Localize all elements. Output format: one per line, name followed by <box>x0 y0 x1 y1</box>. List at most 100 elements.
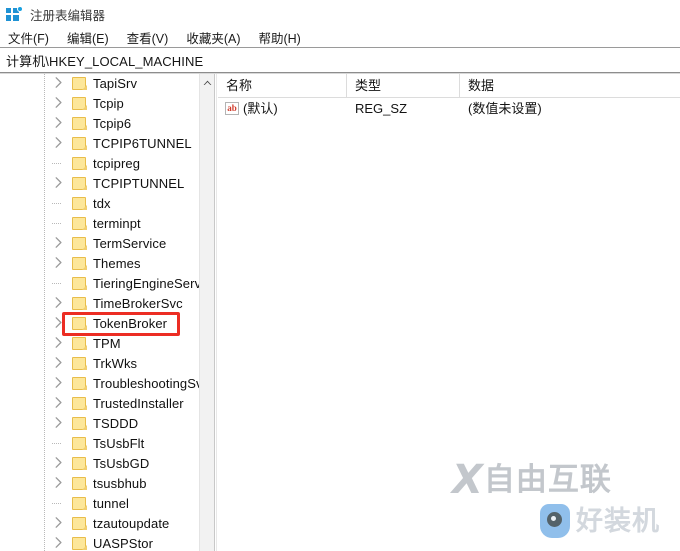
tree-item-tcpipreg[interactable]: tcpipreg <box>0 154 199 174</box>
tree-item-terminpt[interactable]: terminpt <box>0 214 199 234</box>
tree-leaf-connector <box>52 223 61 224</box>
chevron-right-icon[interactable] <box>55 257 68 270</box>
menu-favorites[interactable]: 收藏夹(A) <box>186 28 249 47</box>
column-header-data[interactable]: 数据 <box>460 74 680 97</box>
tree-leaf-connector <box>52 503 61 504</box>
tree-item-tsddd[interactable]: TSDDD <box>0 414 199 434</box>
chevron-right-icon[interactable] <box>55 417 68 430</box>
tree-leaf-connector <box>52 163 61 164</box>
chevron-right-icon[interactable] <box>55 377 68 390</box>
menu-help[interactable]: 帮助(H) <box>258 28 309 47</box>
menu-file[interactable]: 文件(F) <box>8 28 58 47</box>
folder-icon <box>72 297 87 310</box>
folder-icon <box>72 417 87 430</box>
tree-item-tsusbhub[interactable]: tsusbhub <box>0 474 199 494</box>
tree-item-uaspstor[interactable]: UASPStor <box>0 534 199 551</box>
chevron-right-icon[interactable] <box>55 457 68 470</box>
folder-icon <box>72 77 87 90</box>
folder-icon <box>72 277 87 290</box>
tree-indent-guide <box>44 74 45 94</box>
chevron-right-icon[interactable] <box>55 177 68 190</box>
tree-item-label: TsUsbFlt <box>93 436 145 451</box>
tree-item-label: terminpt <box>93 216 141 231</box>
tree-item-tieringengineservic[interactable]: TieringEngineServic <box>0 274 199 294</box>
tree-item-themes[interactable]: Themes <box>0 254 199 274</box>
chevron-right-icon[interactable] <box>55 97 68 110</box>
string-value-icon: ab <box>225 101 239 115</box>
tree-item-tokenbroker[interactable]: TokenBroker <box>0 314 199 334</box>
tree-item-tcpip6tunnel[interactable]: TCPIP6TUNNEL <box>0 134 199 154</box>
address-bar[interactable]: 计算机\HKEY_LOCAL_MACHINE <box>0 48 680 72</box>
tree-item-termservice[interactable]: TermService <box>0 234 199 254</box>
tree-item-label: TapiSrv <box>93 76 138 91</box>
tree-item-label: TsUsbGD <box>93 456 150 471</box>
folder-icon <box>72 177 87 190</box>
menu-edit[interactable]: 编辑(E) <box>67 28 118 47</box>
main-content: TapiSrv Tcpip Tcpip6 TCPIP6TUNNEL tcpipreg TC… <box>0 74 680 551</box>
folder-icon <box>72 237 87 250</box>
folder-icon <box>72 357 87 370</box>
column-header-type[interactable]: 类型 <box>347 74 460 97</box>
folder-icon <box>72 197 87 210</box>
tree-item-tzautoupdate[interactable]: tzautoupdate <box>0 514 199 534</box>
tree-item-tsusbflt[interactable]: TsUsbFlt <box>0 434 199 454</box>
tree-item-label: tcpipreg <box>93 156 141 171</box>
chevron-right-icon[interactable] <box>55 297 68 310</box>
tree-item-tdx[interactable]: tdx <box>0 194 199 214</box>
registry-path-text: 计算机\HKEY_LOCAL_MACHINE <box>6 53 204 69</box>
tree-item-tcpip6[interactable]: Tcpip6 <box>0 114 199 134</box>
value-name-cell: ab (默认) <box>218 98 347 120</box>
registry-values-pane[interactable]: 名称 类型 数据 ab (默认) REG_SZ (数值未设置) <box>218 74 680 551</box>
chevron-right-icon[interactable] <box>55 77 68 90</box>
tree-item-trustedinstaller[interactable]: TrustedInstaller <box>0 394 199 414</box>
pane-splitter[interactable] <box>214 74 217 551</box>
chevron-right-icon[interactable] <box>55 337 68 350</box>
menu-bar: 文件(F) 编辑(E) 查看(V) 收藏夹(A) 帮助(H) <box>0 28 680 47</box>
tree-item-label: tzautoupdate <box>93 516 170 531</box>
chevron-right-icon[interactable] <box>55 397 68 410</box>
tree-item-timebrokersvc[interactable]: TimeBrokerSvc <box>0 294 199 314</box>
tree-vertical-scrollbar[interactable] <box>199 74 214 551</box>
chevron-right-icon[interactable] <box>55 317 68 330</box>
tree-item-trkwks[interactable]: TrkWks <box>0 354 199 374</box>
value-name-text: (默认) <box>243 101 278 116</box>
tree-item-tcpip[interactable]: Tcpip <box>0 94 199 114</box>
chevron-right-icon[interactable] <box>55 477 68 490</box>
folder-icon <box>72 457 87 470</box>
chevron-right-icon[interactable] <box>55 517 68 530</box>
tree-indent-guide <box>44 514 45 534</box>
folder-icon <box>72 437 87 450</box>
tree-leaf-connector <box>52 443 61 444</box>
tree-item-label: TieringEngineServic <box>93 276 199 291</box>
tree-indent-guide <box>44 314 45 334</box>
tree-item-tpm[interactable]: TPM <box>0 334 199 354</box>
folder-icon <box>72 337 87 350</box>
tree-item-tcpiptunnel[interactable]: TCPIPTUNNEL <box>0 174 199 194</box>
tree-indent-guide <box>44 274 45 294</box>
tree-item-label: tunnel <box>93 496 130 511</box>
chevron-right-icon[interactable] <box>55 137 68 150</box>
scroll-up-arrow-icon[interactable] <box>200 74 214 91</box>
registry-editor-icon <box>6 6 23 22</box>
values-column-header: 名称 类型 数据 <box>218 74 680 98</box>
tree-indent-guide <box>44 214 45 234</box>
chevron-right-icon[interactable] <box>55 357 68 370</box>
column-header-name[interactable]: 名称 <box>218 74 347 97</box>
tree-leaf-connector <box>52 283 61 284</box>
registry-tree-pane[interactable]: TapiSrv Tcpip Tcpip6 TCPIP6TUNNEL tcpipreg TC… <box>0 74 199 551</box>
tree-item-label: TrustedInstaller <box>93 396 184 411</box>
folder-icon <box>72 397 87 410</box>
table-row[interactable]: ab (默认) REG_SZ (数值未设置) <box>218 98 680 120</box>
chevron-right-icon[interactable] <box>55 117 68 130</box>
tree-indent-guide <box>44 134 45 154</box>
tree-item-label: TSDDD <box>93 416 139 431</box>
tree-item-troubleshootingsv[interactable]: TroubleshootingSv <box>0 374 199 394</box>
tree-item-tapisrv[interactable]: TapiSrv <box>0 74 199 94</box>
chevron-right-icon[interactable] <box>55 537 68 550</box>
folder-icon <box>72 117 87 130</box>
tree-item-tunnel[interactable]: tunnel <box>0 494 199 514</box>
chevron-right-icon[interactable] <box>55 237 68 250</box>
tree-item-label: TPM <box>93 336 121 351</box>
menu-view[interactable]: 查看(V) <box>127 28 178 47</box>
tree-item-tsusbgd[interactable]: TsUsbGD <box>0 454 199 474</box>
